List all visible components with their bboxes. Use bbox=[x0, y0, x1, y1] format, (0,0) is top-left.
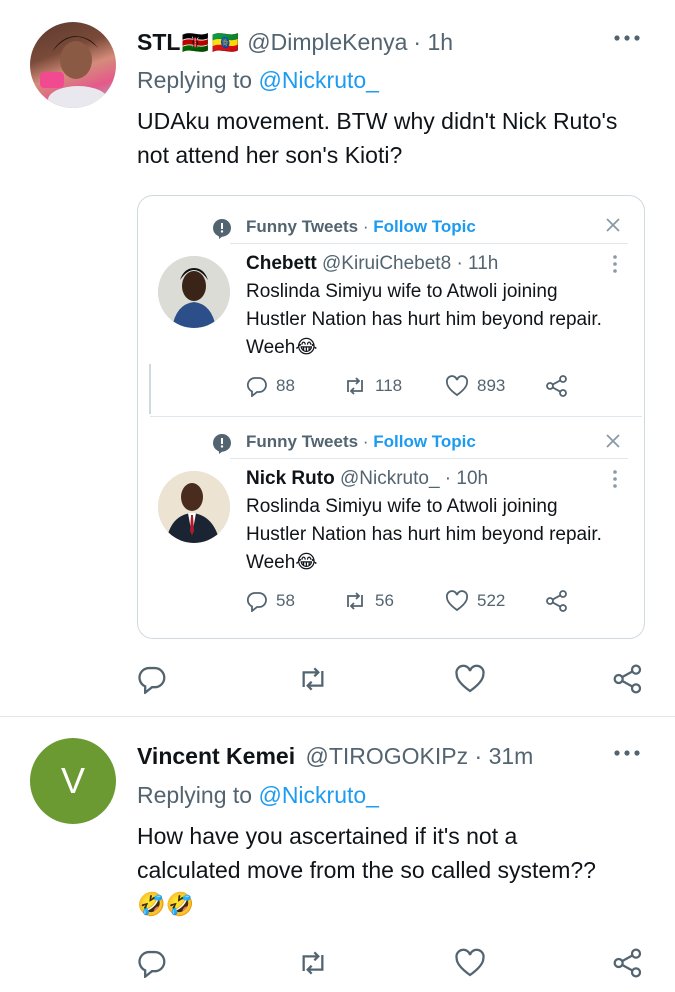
retweet-icon bbox=[297, 664, 329, 694]
retweet-icon bbox=[343, 590, 367, 612]
quoted-tweets-card[interactable]: Funny Tweets · Follow Topic Chebett @Kir… bbox=[137, 195, 645, 639]
reply-icon bbox=[137, 664, 167, 694]
more-dots-icon[interactable] bbox=[612, 746, 642, 760]
share-button[interactable] bbox=[612, 664, 644, 694]
replying-handle-link[interactable]: @Nickruto_ bbox=[258, 782, 379, 808]
tweet2-text: How have you ascertained if it's not a c… bbox=[137, 823, 596, 917]
topic-row: Funny Tweets · Follow Topic bbox=[246, 432, 476, 451]
like-count: 893 bbox=[477, 376, 506, 395]
quoted-time[interactable]: · 10h bbox=[445, 468, 488, 489]
replying-handle-link[interactable]: @Nickruto_ bbox=[258, 67, 379, 93]
share-icon bbox=[545, 590, 569, 612]
retweet-count: 118 bbox=[375, 376, 403, 395]
close-icon[interactable] bbox=[604, 216, 622, 234]
retweet-button[interactable] bbox=[297, 948, 329, 978]
share-button[interactable] bbox=[545, 590, 569, 612]
reply-icon bbox=[246, 590, 268, 612]
avatar-chebett[interactable] bbox=[158, 256, 230, 328]
retweet-count: 56 bbox=[375, 591, 394, 610]
tweet1-header: STL 🇰🇪 🇪🇹 @DimpleKenya · 1h bbox=[137, 29, 453, 56]
replying-prefix: Replying to bbox=[137, 782, 253, 808]
follow-topic-link[interactable]: Follow Topic bbox=[373, 217, 476, 236]
tweet-time[interactable]: · 1h bbox=[413, 29, 453, 56]
tweet-time[interactable]: · 31m bbox=[475, 743, 534, 769]
like-icon bbox=[454, 948, 486, 978]
replying-to-line: Replying to @Nickruto_ bbox=[137, 67, 379, 94]
share-button[interactable] bbox=[612, 948, 644, 978]
avatar-vincent[interactable]: V bbox=[30, 738, 116, 824]
flag-ethiopia: 🇪🇹 bbox=[211, 29, 240, 55]
like-count: 522 bbox=[477, 591, 506, 610]
share-button[interactable] bbox=[545, 375, 569, 397]
author-name[interactable]: STL bbox=[137, 29, 180, 56]
quoted-tweet-text: Roslinda Simiyu wife to Atwoli joining H… bbox=[246, 496, 602, 573]
share-icon bbox=[612, 948, 644, 978]
topic-name[interactable]: Funny Tweets bbox=[246, 217, 358, 236]
tweet-separator bbox=[0, 716, 675, 717]
quoted-author-handle[interactable]: @KiruiChebet8 bbox=[322, 253, 451, 274]
divider bbox=[230, 458, 628, 459]
reply-stat[interactable]: 58 bbox=[246, 590, 295, 612]
avatar-nick-ruto[interactable] bbox=[158, 471, 230, 543]
retweet-stat[interactable]: 56 bbox=[343, 590, 394, 612]
retweet-button[interactable] bbox=[297, 664, 329, 694]
quoted-divider bbox=[150, 416, 642, 417]
like-stat[interactable]: 522 bbox=[445, 590, 505, 612]
reply-icon bbox=[137, 948, 167, 978]
replying-prefix: Replying to bbox=[137, 67, 253, 93]
avatar-letter: V bbox=[60, 760, 85, 801]
like-icon bbox=[445, 590, 469, 612]
retweet-stat[interactable]: 118 bbox=[343, 375, 402, 397]
retweet-icon bbox=[343, 375, 367, 397]
reply-count: 88 bbox=[276, 376, 295, 395]
topic-icon bbox=[212, 218, 232, 240]
follow-topic-link[interactable]: Follow Topic bbox=[373, 432, 476, 451]
tweet2-header: Vincent Kemei @TIROGOKIPz · 31m bbox=[137, 743, 533, 770]
quoted-time[interactable]: · 11h bbox=[456, 253, 498, 274]
topic-icon bbox=[212, 433, 232, 455]
divider bbox=[230, 243, 628, 244]
like-button[interactable] bbox=[454, 664, 486, 694]
quoted-tweet-text: Roslinda Simiyu wife to Atwoli joining H… bbox=[246, 281, 602, 358]
more-vertical-icon[interactable] bbox=[612, 254, 618, 274]
author-name[interactable]: Vincent Kemei bbox=[137, 743, 295, 769]
thread-line bbox=[149, 364, 151, 414]
author-handle[interactable]: @TIROGOKIPz bbox=[305, 743, 468, 769]
share-icon bbox=[545, 375, 569, 397]
author-handle[interactable]: @DimpleKenya bbox=[247, 29, 407, 56]
quoted-author-name[interactable]: Nick Ruto bbox=[246, 468, 335, 489]
like-stat[interactable]: 893 bbox=[445, 375, 505, 397]
tweet1-text: UDAku movement. BTW why didn't Nick Ruto… bbox=[137, 108, 618, 168]
reply-icon bbox=[246, 375, 268, 397]
reply-button[interactable] bbox=[137, 948, 167, 978]
avatar-stl[interactable] bbox=[30, 22, 116, 108]
more-dots-icon[interactable] bbox=[612, 31, 642, 45]
reply-stat[interactable]: 88 bbox=[246, 375, 295, 397]
reply-count: 58 bbox=[276, 591, 295, 610]
like-button[interactable] bbox=[454, 948, 486, 978]
like-icon bbox=[454, 664, 486, 694]
quoted-author-row: Nick Ruto @Nickruto_ · 10h bbox=[246, 468, 488, 490]
more-vertical-icon[interactable] bbox=[612, 469, 618, 489]
replying-to-line: Replying to @Nickruto_ bbox=[137, 782, 379, 809]
reply-button[interactable] bbox=[137, 664, 167, 694]
share-icon bbox=[612, 664, 644, 694]
quoted-author-row: Chebett @KiruiChebet8 · 11h bbox=[246, 253, 498, 275]
retweet-icon bbox=[297, 948, 329, 978]
quoted-author-handle[interactable]: @Nickruto_ bbox=[340, 468, 440, 489]
like-icon bbox=[445, 375, 469, 397]
quoted-author-name[interactable]: Chebett bbox=[246, 253, 317, 274]
topic-row: Funny Tweets · Follow Topic bbox=[246, 217, 476, 236]
flag-kenya: 🇰🇪 bbox=[181, 29, 209, 55]
close-icon[interactable] bbox=[604, 432, 622, 450]
topic-name[interactable]: Funny Tweets bbox=[246, 432, 358, 451]
